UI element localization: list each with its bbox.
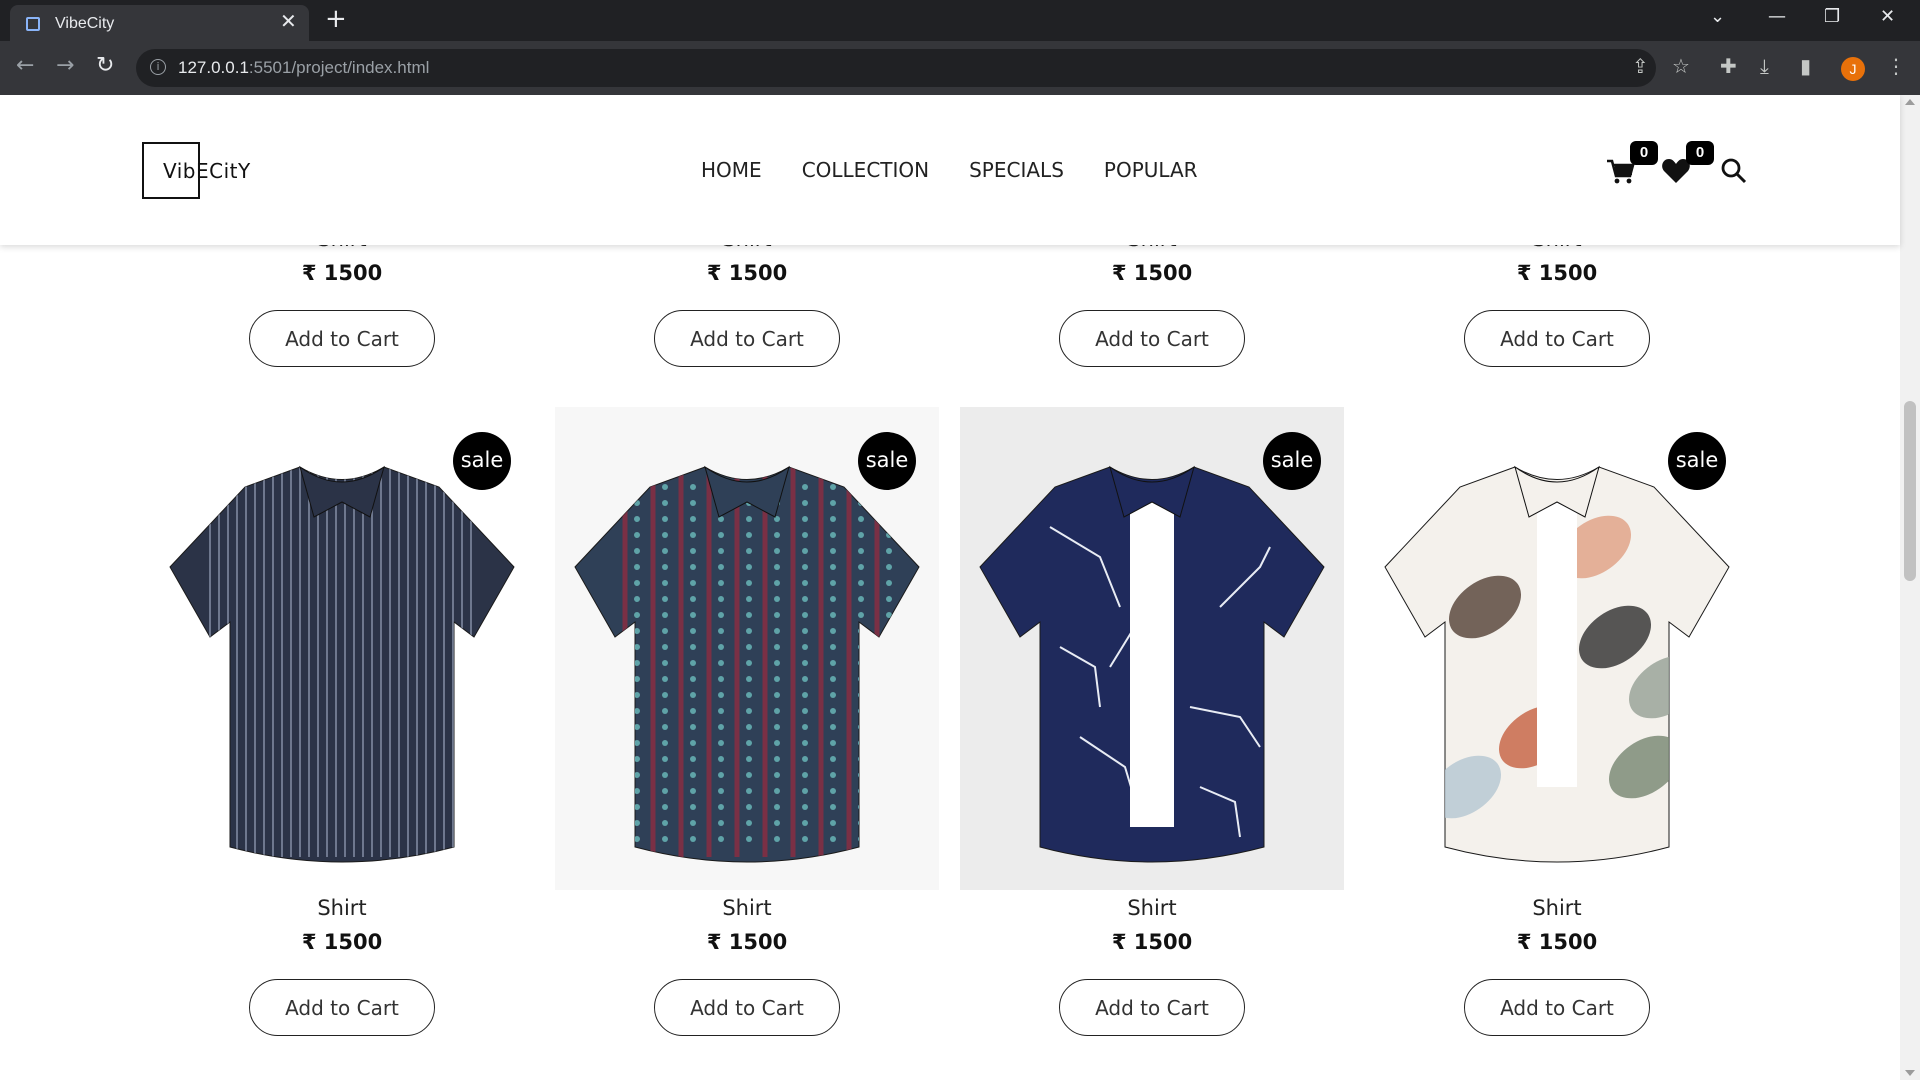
product-price: ₹ 1500 [1516,261,1598,285]
site-header: VibECitY HOME COLLECTION SPECIALS POPULA… [0,95,1900,245]
tab-title: VibeCity [55,15,115,32]
main-nav: HOME COLLECTION SPECIALS POPULAR [701,158,1238,182]
product-price: ₹ 1500 [301,930,383,954]
chevron-down-icon[interactable]: ⌄ [1710,6,1725,27]
sale-badge: sale [453,432,511,490]
browser-tabbar: VibeCity ✕ + ⌄ — ❐ ✕ [0,0,1920,41]
sale-badge: sale [858,432,916,490]
close-icon[interactable]: ✕ [280,11,297,31]
add-to-cart-button[interactable]: Add to Cart [1464,979,1650,1036]
close-window-icon[interactable]: ✕ [1880,6,1895,27]
product-name: Shirt [722,896,772,920]
add-to-cart-button[interactable]: Add to Cart [654,979,840,1036]
logo[interactable]: VibECitY [163,159,251,183]
download-icon[interactable]: ⤓ [1760,55,1769,77]
nav-collection[interactable]: COLLECTION [802,158,929,182]
add-to-cart-button[interactable]: Add to Cart [249,310,435,367]
browser-toolbar: ← → ↻ i 127.0.0.1:5501/project/index.htm… [0,41,1920,95]
product-name: Shirt [317,896,367,920]
product-price: ₹ 1500 [1111,261,1193,285]
product-price: ₹ 1500 [1516,930,1598,954]
page-icon [26,17,40,31]
product-name: Shirt [1532,896,1582,920]
scroll-thumb[interactable] [1904,401,1916,581]
restore-icon[interactable]: ❐ [1824,6,1840,27]
product-price: ₹ 1500 [1111,930,1193,954]
scroll-up-icon[interactable] [1905,99,1915,105]
forward-icon[interactable]: → [56,55,74,77]
nav-specials[interactable]: SPECIALS [969,158,1064,182]
nav-home[interactable]: HOME [701,158,762,182]
add-to-cart-button[interactable]: Add to Cart [249,979,435,1036]
add-to-cart-button[interactable]: Add to Cart [1059,979,1245,1036]
product-price: ₹ 1500 [706,930,788,954]
side-panel-icon[interactable]: ▮ [1800,55,1811,77]
minimize-icon[interactable]: — [1768,6,1786,27]
cart-count-badge: 0 [1630,141,1658,165]
reload-icon[interactable]: ↻ [96,55,114,77]
add-to-cart-button[interactable]: Add to Cart [654,310,840,367]
add-to-cart-button[interactable]: Add to Cart [1464,310,1650,367]
url-text[interactable]: 127.0.0.1:5501/project/index.html [178,58,429,78]
share-icon[interactable]: ⇪ [1632,55,1649,77]
menu-icon[interactable]: ⋮ [1886,55,1906,77]
extensions-icon[interactable]: ✚ [1720,55,1737,77]
avatar[interactable]: J [1841,57,1865,81]
product-price: ₹ 1500 [706,261,788,285]
sale-badge: sale [1263,432,1321,490]
star-icon[interactable]: ☆ [1672,55,1690,77]
sale-badge: sale [1668,432,1726,490]
scroll-down-icon[interactable] [1905,1070,1915,1076]
page-viewport: VibECitY HOME COLLECTION SPECIALS POPULA… [0,95,1920,1080]
wishlist-count-badge: 0 [1686,141,1714,165]
new-tab-icon[interactable]: + [325,6,347,32]
product-name: Shirt [1127,896,1177,920]
back-icon[interactable]: ← [16,55,34,77]
search-icon[interactable] [1718,155,1750,187]
add-to-cart-button[interactable]: Add to Cart [1059,310,1245,367]
nav-popular[interactable]: POPULAR [1104,158,1198,182]
info-icon[interactable]: i [150,59,166,75]
page-scrollbar[interactable] [1900,95,1920,1080]
product-price: ₹ 1500 [301,261,383,285]
address-bar[interactable]: i 127.0.0.1:5501/project/index.html [136,49,1656,87]
browser-tab[interactable]: VibeCity ✕ [10,5,309,41]
